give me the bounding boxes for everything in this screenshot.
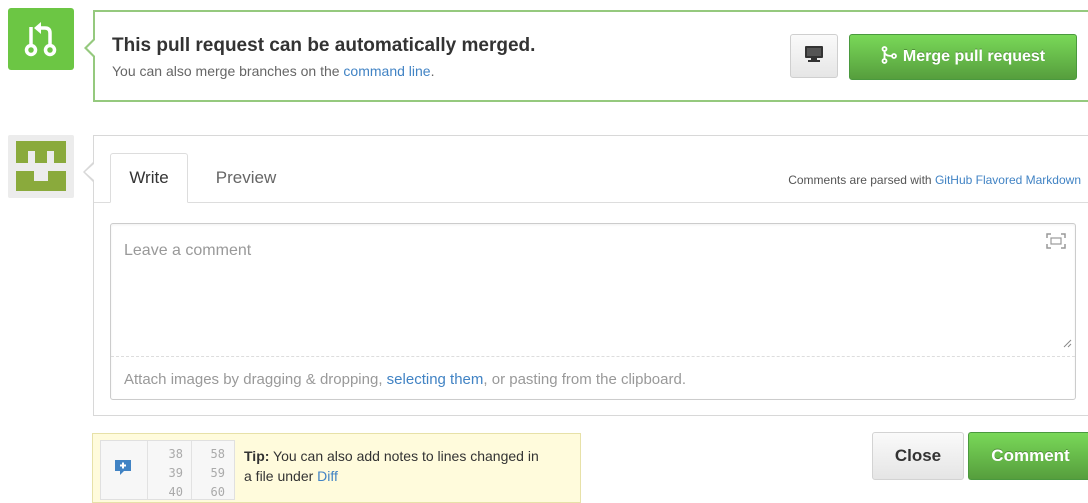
open-in-desktop-button[interactable] — [790, 34, 838, 78]
tab-write[interactable]: Write — [110, 153, 188, 203]
desktop-icon — [804, 45, 824, 68]
resize-handle-icon[interactable] — [1063, 335, 1072, 353]
comment-button[interactable]: Comment — [968, 432, 1088, 480]
tip-box: 38 39 40 58 59 60 Tip: You can also add … — [92, 433, 581, 503]
avatar[interactable] — [8, 135, 74, 198]
merge-status-panel: This pull request can be automatically m… — [84, 10, 1088, 102]
merge-status-title: This pull request can be automatically m… — [112, 35, 536, 56]
markdown-link[interactable]: GitHub Flavored Markdown — [935, 173, 1081, 187]
merge-button-label: Merge pull request — [902, 48, 1046, 65]
line-number: 59 — [210, 466, 225, 480]
close-pull-request-button[interactable]: Close — [872, 432, 964, 480]
line-number: 38 — [168, 447, 183, 461]
line-notes-illustration: 38 39 40 58 59 60 — [100, 440, 235, 500]
add-comment-icon — [113, 459, 133, 477]
line-number: 58 — [210, 447, 225, 461]
markdown-note-text: Comments are parsed with — [788, 173, 935, 187]
command-line-link[interactable]: command line — [343, 63, 430, 79]
merge-pull-request-button[interactable]: Merge pull request — [849, 34, 1077, 80]
attach-images-hint: Attach images by dragging & dropping, se… — [124, 371, 686, 388]
line-number: 60 — [210, 485, 225, 499]
comment-placeholder: Leave a comment — [124, 242, 252, 259]
divider — [147, 441, 148, 499]
diff-link[interactable]: Diff — [317, 468, 338, 484]
tip-text: Tip: You can also add notes to lines cha… — [244, 446, 544, 486]
merge-subtitle-text: You can also merge branches on the — [112, 63, 344, 79]
attach-text: Attach images by dragging & dropping, — [124, 371, 387, 388]
tip-body: You can also add notes to lines changed … — [244, 448, 539, 484]
line-number: 40 — [168, 485, 183, 499]
git-pull-request-icon — [8, 8, 74, 70]
tip-label: Tip: — [244, 448, 270, 464]
markdown-note: Comments are parsed with GitHub Flavored… — [788, 173, 1081, 187]
fullscreen-icon[interactable] — [1046, 233, 1066, 254]
line-number: 39 — [168, 466, 183, 480]
comment-editor: Leave a comment Attach images by draggin… — [110, 223, 1076, 400]
line-numbers-right: 58 59 60 — [195, 445, 225, 499]
comment-textarea[interactable]: Leave a comment — [111, 224, 1075, 357]
merge-subtitle-suffix: . — [430, 63, 435, 79]
attach-suffix: , or pasting from the clipboard. — [483, 371, 686, 388]
select-files-link[interactable]: selecting them — [387, 371, 484, 388]
comment-form: Write Preview Comments are parsed with G… — [83, 135, 1088, 416]
merge-status-subtitle: You can also merge branches on the comma… — [112, 63, 434, 79]
divider — [191, 441, 192, 499]
tab-preview[interactable]: Preview — [198, 153, 294, 203]
line-numbers-left: 38 39 40 — [153, 445, 183, 499]
git-merge-icon — [881, 45, 897, 69]
